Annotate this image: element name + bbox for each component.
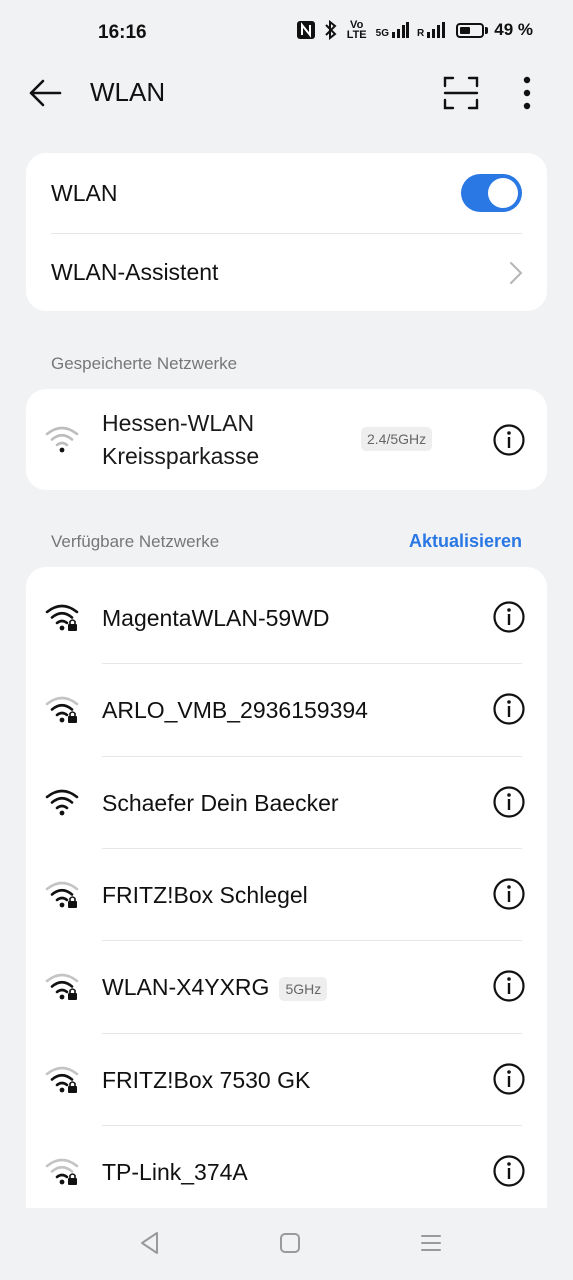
wifi-lock-icon (45, 881, 79, 908)
battery-indicator: 49 % (456, 20, 533, 40)
network-name: WLAN-X4YXRG 5GHz (102, 974, 328, 1002)
network-name-text: ARLO_VMB_2936159394 (102, 697, 368, 724)
network-row[interactable]: ARLO_VMB_2936159394 (26, 663, 547, 755)
signal-roaming-label: R (417, 28, 425, 39)
battery-icon (456, 22, 485, 38)
info-icon[interactable] (492, 969, 526, 1003)
info-icon[interactable] (492, 692, 526, 726)
wlan-toggle-switch[interactable] (461, 174, 522, 212)
network-name: TP-Link_374A (102, 1159, 248, 1186)
wlan-assistant-row[interactable]: WLAN-Assistent (26, 234, 547, 311)
wifi-icon (45, 789, 79, 815)
wifi-lock-icon (45, 1066, 79, 1093)
network-name-text: TP-Link_374A (102, 1158, 248, 1185)
saved-networks-card: Hessen-WLAN Kreissparkasse 2.4/5GHz (26, 389, 547, 490)
qr-scan-icon[interactable] (442, 75, 480, 111)
signal-roaming-icon: R (417, 21, 448, 39)
wlan-toggle-row[interactable]: WLAN (26, 153, 547, 233)
saved-network-name-line2: Kreissparkasse (102, 443, 260, 469)
arrow-left-icon[interactable] (26, 76, 64, 110)
network-name: ARLO_VMB_2936159394 (102, 697, 368, 724)
signal-5g-icon: 5G (375, 21, 410, 39)
network-row[interactable]: TP-Link_374A (26, 1125, 547, 1217)
volte-icon: Vo LTE (346, 19, 367, 41)
wlan-toggle-label: WLAN (51, 179, 118, 206)
available-networks-header: Verfügbare Netzwerke (51, 532, 220, 551)
band-badge: 2.4/5GHz (361, 427, 433, 451)
refresh-button[interactable]: Aktualisieren (409, 531, 522, 552)
network-row[interactable]: MagentaWLAN-59WD (26, 571, 547, 663)
bluetooth-icon (324, 20, 337, 40)
network-name-text: FRITZ!Box Schlegel (102, 881, 308, 908)
saved-network-name: Hessen-WLAN Kreissparkasse (102, 407, 259, 473)
info-icon[interactable] (492, 785, 526, 819)
network-row[interactable]: WLAN-X4YXRG 5GHz (26, 940, 547, 1032)
info-icon[interactable] (492, 600, 526, 634)
network-name: Schaefer Dein Baecker (102, 790, 339, 817)
network-name: FRITZ!Box Schlegel (102, 882, 308, 909)
info-icon[interactable] (492, 1154, 526, 1188)
available-networks-card: MagentaWLAN-59WD ARLO_VMB_2936159394 Schae… (26, 567, 547, 1227)
more-vertical-icon[interactable] (512, 75, 542, 111)
status-icons: Vo LTE 5G R 49 % (296, 19, 533, 41)
network-name-text: FRITZ!Box 7530 GK (102, 1066, 311, 1093)
info-icon[interactable] (492, 423, 526, 457)
wlan-settings-card: WLAN WLAN-Assistent (26, 153, 547, 311)
signal-5g-label: 5G (375, 28, 390, 39)
status-bar: 16:16 Vo LTE 5G R 49 % (0, 0, 573, 64)
band-badge: 5GHz (279, 977, 328, 1002)
network-row[interactable]: FRITZ!Box Schlegel (26, 848, 547, 940)
nav-recents-icon[interactable] (418, 1230, 444, 1256)
saved-network-name-line1: Hessen-WLAN (102, 410, 255, 436)
network-name: FRITZ!Box 7530 GK (102, 1067, 310, 1094)
nav-back-icon[interactable] (137, 1230, 163, 1256)
saved-network-row[interactable]: Hessen-WLAN Kreissparkasse 2.4/5GHz (26, 389, 547, 490)
wlan-assistant-label: WLAN-Assistent (51, 259, 219, 285)
wifi-lock-icon (45, 604, 79, 631)
network-name-text: MagentaWLAN-59WD (102, 605, 330, 631)
network-name-text: WLAN-X4YXRG (102, 974, 270, 1001)
wifi-icon (45, 426, 79, 453)
nav-home-icon[interactable] (277, 1230, 303, 1256)
network-name-text: Schaefer Dein Baecker (102, 789, 339, 816)
battery-percent: 49 % (494, 20, 533, 39)
page-title: WLAN (90, 77, 166, 107)
chevron-right-icon (510, 262, 523, 284)
system-navigation-bar (0, 1208, 573, 1280)
network-row[interactable]: Schaefer Dein Baecker (26, 756, 547, 848)
app-bar: WLAN (0, 64, 573, 122)
nfc-icon (296, 21, 315, 39)
wifi-lock-icon (45, 697, 79, 724)
battery-fill (460, 26, 471, 34)
info-icon[interactable] (492, 877, 526, 911)
wifi-lock-icon (45, 1158, 79, 1185)
saved-networks-header: Gespeicherte Netzwerke (51, 354, 238, 373)
wifi-lock-icon (45, 973, 79, 1001)
network-row[interactable]: FRITZ!Box 7530 GK (26, 1033, 547, 1125)
battery-tip (485, 26, 489, 34)
network-name: MagentaWLAN-59WD (102, 605, 330, 632)
toggle-knob (488, 178, 518, 208)
info-icon[interactable] (492, 1062, 526, 1096)
status-time: 16:16 (98, 22, 147, 43)
